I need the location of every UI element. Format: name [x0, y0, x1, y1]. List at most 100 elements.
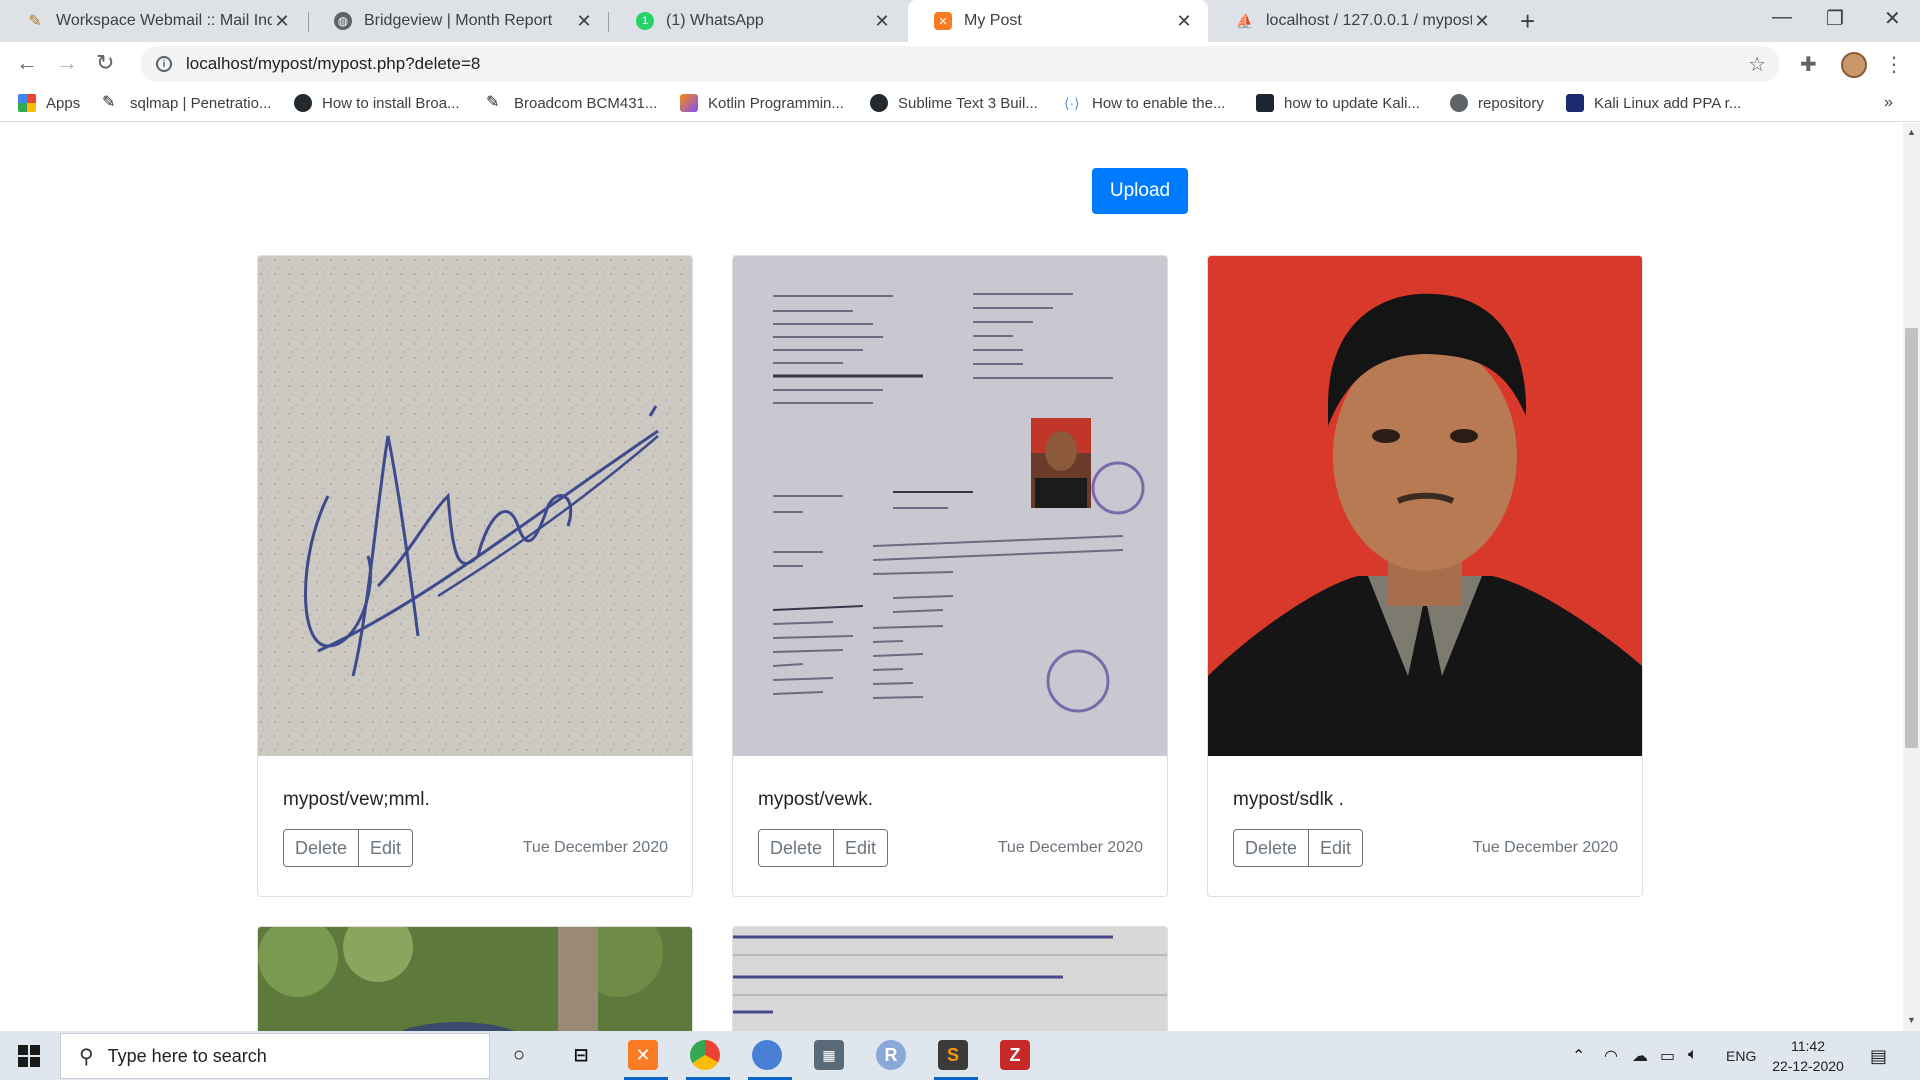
bookmark-kali-ppa[interactable]: Kali Linux add PPA r... — [1566, 94, 1741, 112]
post-actions: Delete Edit — [1233, 829, 1364, 867]
edit-button[interactable]: Edit — [1309, 829, 1364, 867]
bookmark-label: Broadcom BCM431... — [514, 94, 658, 112]
post-image-passbook[interactable] — [733, 256, 1167, 756]
calculator-icon[interactable]: ▦ — [814, 1040, 844, 1070]
post-card: mypost/vew;mml. Delete Edit Tue December… — [257, 255, 693, 897]
post-title: mypost/vewk. — [758, 789, 874, 810]
bookmark-label: Kali Linux add PPA r... — [1594, 94, 1742, 112]
bookmark-label: How to install Broa... — [322, 94, 460, 112]
tab-title: Workspace Webmail :: Mail Index — [56, 12, 272, 29]
tab-divider — [608, 12, 609, 32]
new-tab-plus-icon[interactable]: + — [1520, 6, 1535, 37]
chrome-menu-icon[interactable]: ⋮ — [1884, 52, 1904, 77]
forward-arrow-icon[interactable]: → — [56, 50, 78, 76]
tab-title: Bridgeview | Month Report — [364, 12, 553, 29]
extensions-puzzle-icon[interactable]: ✚ — [1800, 52, 1817, 77]
taskbar-search-box[interactable]: ⚲ Type here to search — [60, 1033, 490, 1079]
post-image-portrait[interactable] — [1208, 256, 1642, 756]
bookmark-star-icon[interactable]: ☆ — [1748, 52, 1766, 77]
tab-my-post[interactable]: ✕ My Post ✕ — [908, 0, 1208, 42]
bookmark-sqlmap[interactable]: ✎ sqlmap | Penetratio... — [102, 94, 271, 112]
post-card — [257, 926, 693, 1031]
post-date: Tue December 2020 — [1472, 839, 1618, 856]
close-icon[interactable]: ✕ — [872, 11, 892, 32]
site-info-icon[interactable]: i — [156, 56, 172, 72]
page-scrollbar[interactable]: ▲ ▼ — [1903, 123, 1920, 1031]
tab-title: localhost / 127.0.0.1 / mypost / p — [1266, 12, 1472, 29]
bookmark-apps[interactable]: Apps — [18, 94, 80, 112]
restore-icon[interactable]: ❐ — [1826, 6, 1844, 31]
minimize-icon[interactable]: — — [1772, 6, 1792, 29]
tab-webmail[interactable]: ✎ Workspace Webmail :: Mail Index ✕ — [0, 0, 306, 42]
windows-start-icon[interactable] — [18, 1045, 40, 1067]
window-close-icon[interactable]: ✕ — [1884, 6, 1901, 31]
post-image-signature[interactable] — [258, 256, 692, 756]
more-bookmarks-chevron-icon[interactable]: » — [1884, 94, 1893, 112]
post-card: mypost/sdlk . Delete Edit Tue December 2… — [1207, 255, 1643, 897]
filezilla-icon[interactable]: Z — [1000, 1040, 1030, 1070]
tab-title: (1) WhatsApp — [666, 12, 764, 29]
notification-center-icon[interactable]: ▤ — [1870, 1046, 1887, 1067]
page-content: Upload mypost/vew;mml. Delete Edit Tue D… — [0, 123, 1903, 1031]
post-image-document[interactable] — [733, 927, 1167, 1031]
r-app-icon[interactable]: R — [876, 1040, 906, 1070]
post-title: mypost/sdlk . — [1233, 789, 1344, 810]
bookmark-repository[interactable]: repository — [1450, 94, 1544, 112]
clock-time: 11:42 — [1791, 1038, 1825, 1054]
github-icon — [870, 94, 888, 112]
globe-icon: ◍ — [334, 12, 352, 30]
post-image-trees[interactable] — [258, 927, 692, 1031]
bookmark-sublime[interactable]: Sublime Text 3 Buil... — [870, 94, 1038, 112]
upload-button[interactable]: Upload — [1092, 168, 1188, 214]
language-indicator[interactable]: ENG — [1726, 1048, 1756, 1064]
bookmark-label: Kotlin Programmin... — [708, 94, 844, 112]
tab-phpmyadmin[interactable]: ⛵ localhost / 127.0.0.1 / mypost / p ✕ — [1210, 0, 1506, 42]
scroll-down-arrow-icon[interactable]: ▼ — [1907, 1015, 1916, 1025]
sublime-text-icon[interactable]: S — [938, 1040, 968, 1070]
bookmarks-bar: Apps ✎ sqlmap | Penetratio... How to ins… — [0, 86, 1920, 122]
bookmark-install-broadcom[interactable]: How to install Broa... — [294, 94, 460, 112]
onedrive-cloud-icon[interactable]: ☁ — [1632, 1046, 1648, 1066]
delete-button[interactable]: Delete — [758, 829, 835, 867]
volume-icon[interactable]: 🔈︎ — [1688, 1046, 1698, 1064]
windows-taskbar: ⚲ Type here to search ○ ⊟ ✕ ▦ R S Z ⌃ ◠ … — [0, 1031, 1920, 1080]
chrome-icon[interactable] — [690, 1040, 720, 1070]
edit-button[interactable]: Edit — [834, 829, 889, 867]
battery-icon[interactable]: ▭ — [1660, 1046, 1675, 1066]
webmail-icon: ✎ — [28, 13, 42, 30]
system-clock[interactable]: 11:42 22-12-2020 — [1768, 1036, 1848, 1076]
xampp-icon[interactable]: ✕ — [628, 1040, 658, 1070]
xampp-icon: ✕ — [934, 12, 952, 30]
close-icon[interactable]: ✕ — [272, 11, 292, 32]
reload-icon[interactable]: ↻ — [96, 50, 114, 76]
close-icon[interactable]: ✕ — [1174, 11, 1194, 32]
tab-bridgeview[interactable]: ◍ Bridgeview | Month Report ✕ — [308, 0, 608, 42]
cortana-icon[interactable]: ○ — [504, 1040, 534, 1070]
bookmark-kotlin[interactable]: Kotlin Programmin... — [680, 94, 844, 112]
delete-button[interactable]: Delete — [1233, 829, 1310, 867]
sqlmap-icon: ✎ — [486, 94, 500, 111]
bookmark-enable[interactable]: ⟨·⟩ How to enable the... — [1064, 94, 1225, 112]
back-arrow-icon[interactable]: ← — [16, 50, 38, 76]
phpmyadmin-icon: ⛵ — [1236, 12, 1254, 29]
edit-button[interactable]: Edit — [359, 829, 414, 867]
close-icon[interactable]: ✕ — [574, 11, 594, 32]
tray-chevron-up-icon[interactable]: ⌃ — [1572, 1046, 1585, 1066]
link-icon: ⟨·⟩ — [1064, 95, 1080, 111]
task-view-icon[interactable]: ⊟ — [566, 1040, 596, 1070]
bookmark-broadcom[interactable]: ✎ Broadcom BCM431... — [486, 94, 657, 112]
profile-avatar[interactable] — [1841, 52, 1867, 78]
address-bar[interactable]: i localhost/mypost/mypost.php?delete=8 ☆ — [140, 46, 1780, 82]
whatsapp-icon: 1 — [636, 12, 654, 30]
post-card: mypost/vewk. Delete Edit Tue December 20… — [732, 255, 1168, 897]
close-icon[interactable]: ✕ — [1472, 11, 1492, 32]
chromium-icon[interactable] — [752, 1040, 782, 1070]
network-icon[interactable]: ◠ — [1604, 1046, 1618, 1066]
bookmark-update-kali[interactable]: how to update Kali... — [1256, 94, 1420, 112]
tab-whatsapp[interactable]: 1 (1) WhatsApp ✕ — [610, 0, 906, 42]
github-icon — [294, 94, 312, 112]
delete-button[interactable]: Delete — [283, 829, 360, 867]
scrollbar-thumb[interactable] — [1905, 328, 1918, 748]
kotlin-icon — [680, 94, 698, 112]
scroll-up-arrow-icon[interactable]: ▲ — [1907, 127, 1916, 137]
